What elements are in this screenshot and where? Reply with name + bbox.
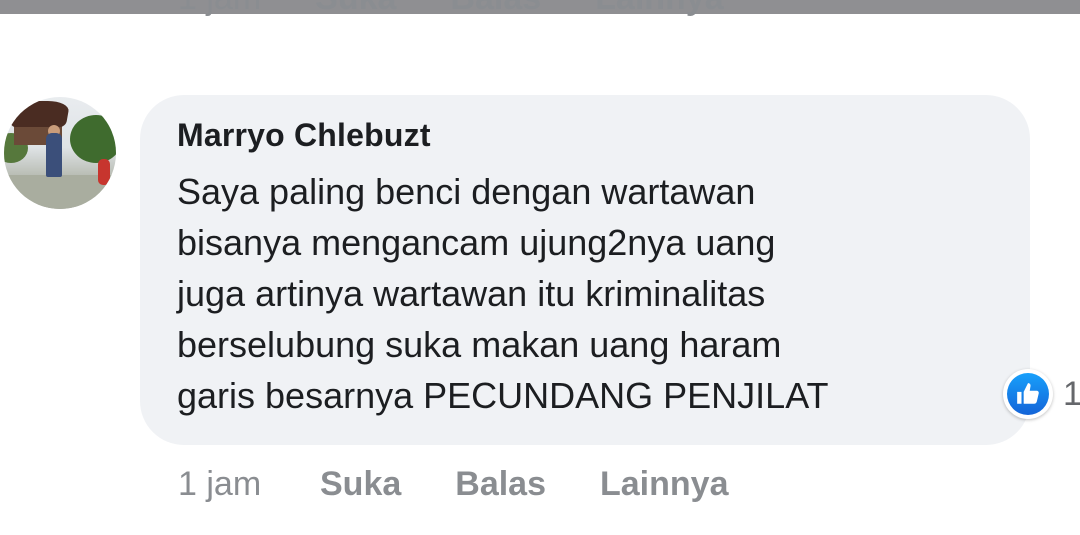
previous-comment-actions: 1 jam Suka Balas Lainnya	[178, 0, 724, 18]
previous-comment-time: 1 jam	[178, 0, 261, 18]
avatar[interactable]	[4, 97, 116, 209]
comment-line: juga artinya wartawan itu kriminalitas	[177, 273, 766, 314]
comment-actions: 1 jam Suka Balas Lainnya	[178, 458, 782, 510]
comment-line: berselubung suka makan uang haram	[177, 324, 782, 365]
comment-screenshot: 1 jam Suka Balas Lainnya Marryo Chlebuzt…	[0, 0, 1080, 535]
previous-like-button[interactable]: Suka	[315, 0, 396, 18]
more-button[interactable]: Lainnya	[600, 465, 728, 504]
comment-bubble: Marryo Chlebuzt Saya paling benci dengan…	[140, 95, 1030, 445]
reaction-summary[interactable]: 1	[1003, 367, 1080, 421]
like-reaction-badge	[1003, 369, 1053, 419]
previous-more-button[interactable]: Lainnya	[595, 0, 723, 18]
comment-line: Saya paling benci dengan wartawan	[177, 171, 756, 212]
comment-line: garis besarnya PECUNDANG PENJILAT	[177, 375, 829, 416]
comment-time[interactable]: 1 jam	[178, 465, 320, 504]
previous-reply-button[interactable]: Balas	[450, 0, 541, 18]
reaction-count: 1	[1063, 374, 1080, 413]
like-icon	[1007, 373, 1049, 415]
like-button[interactable]: Suka	[320, 465, 401, 504]
comment-text: Saya paling benci dengan wartawan bisany…	[177, 166, 992, 421]
reply-button[interactable]: Balas	[455, 465, 546, 504]
comment-author[interactable]: Marryo Chlebuzt	[177, 113, 992, 157]
comment-line: bisanya mengancam ujung2nya uang	[177, 222, 776, 263]
